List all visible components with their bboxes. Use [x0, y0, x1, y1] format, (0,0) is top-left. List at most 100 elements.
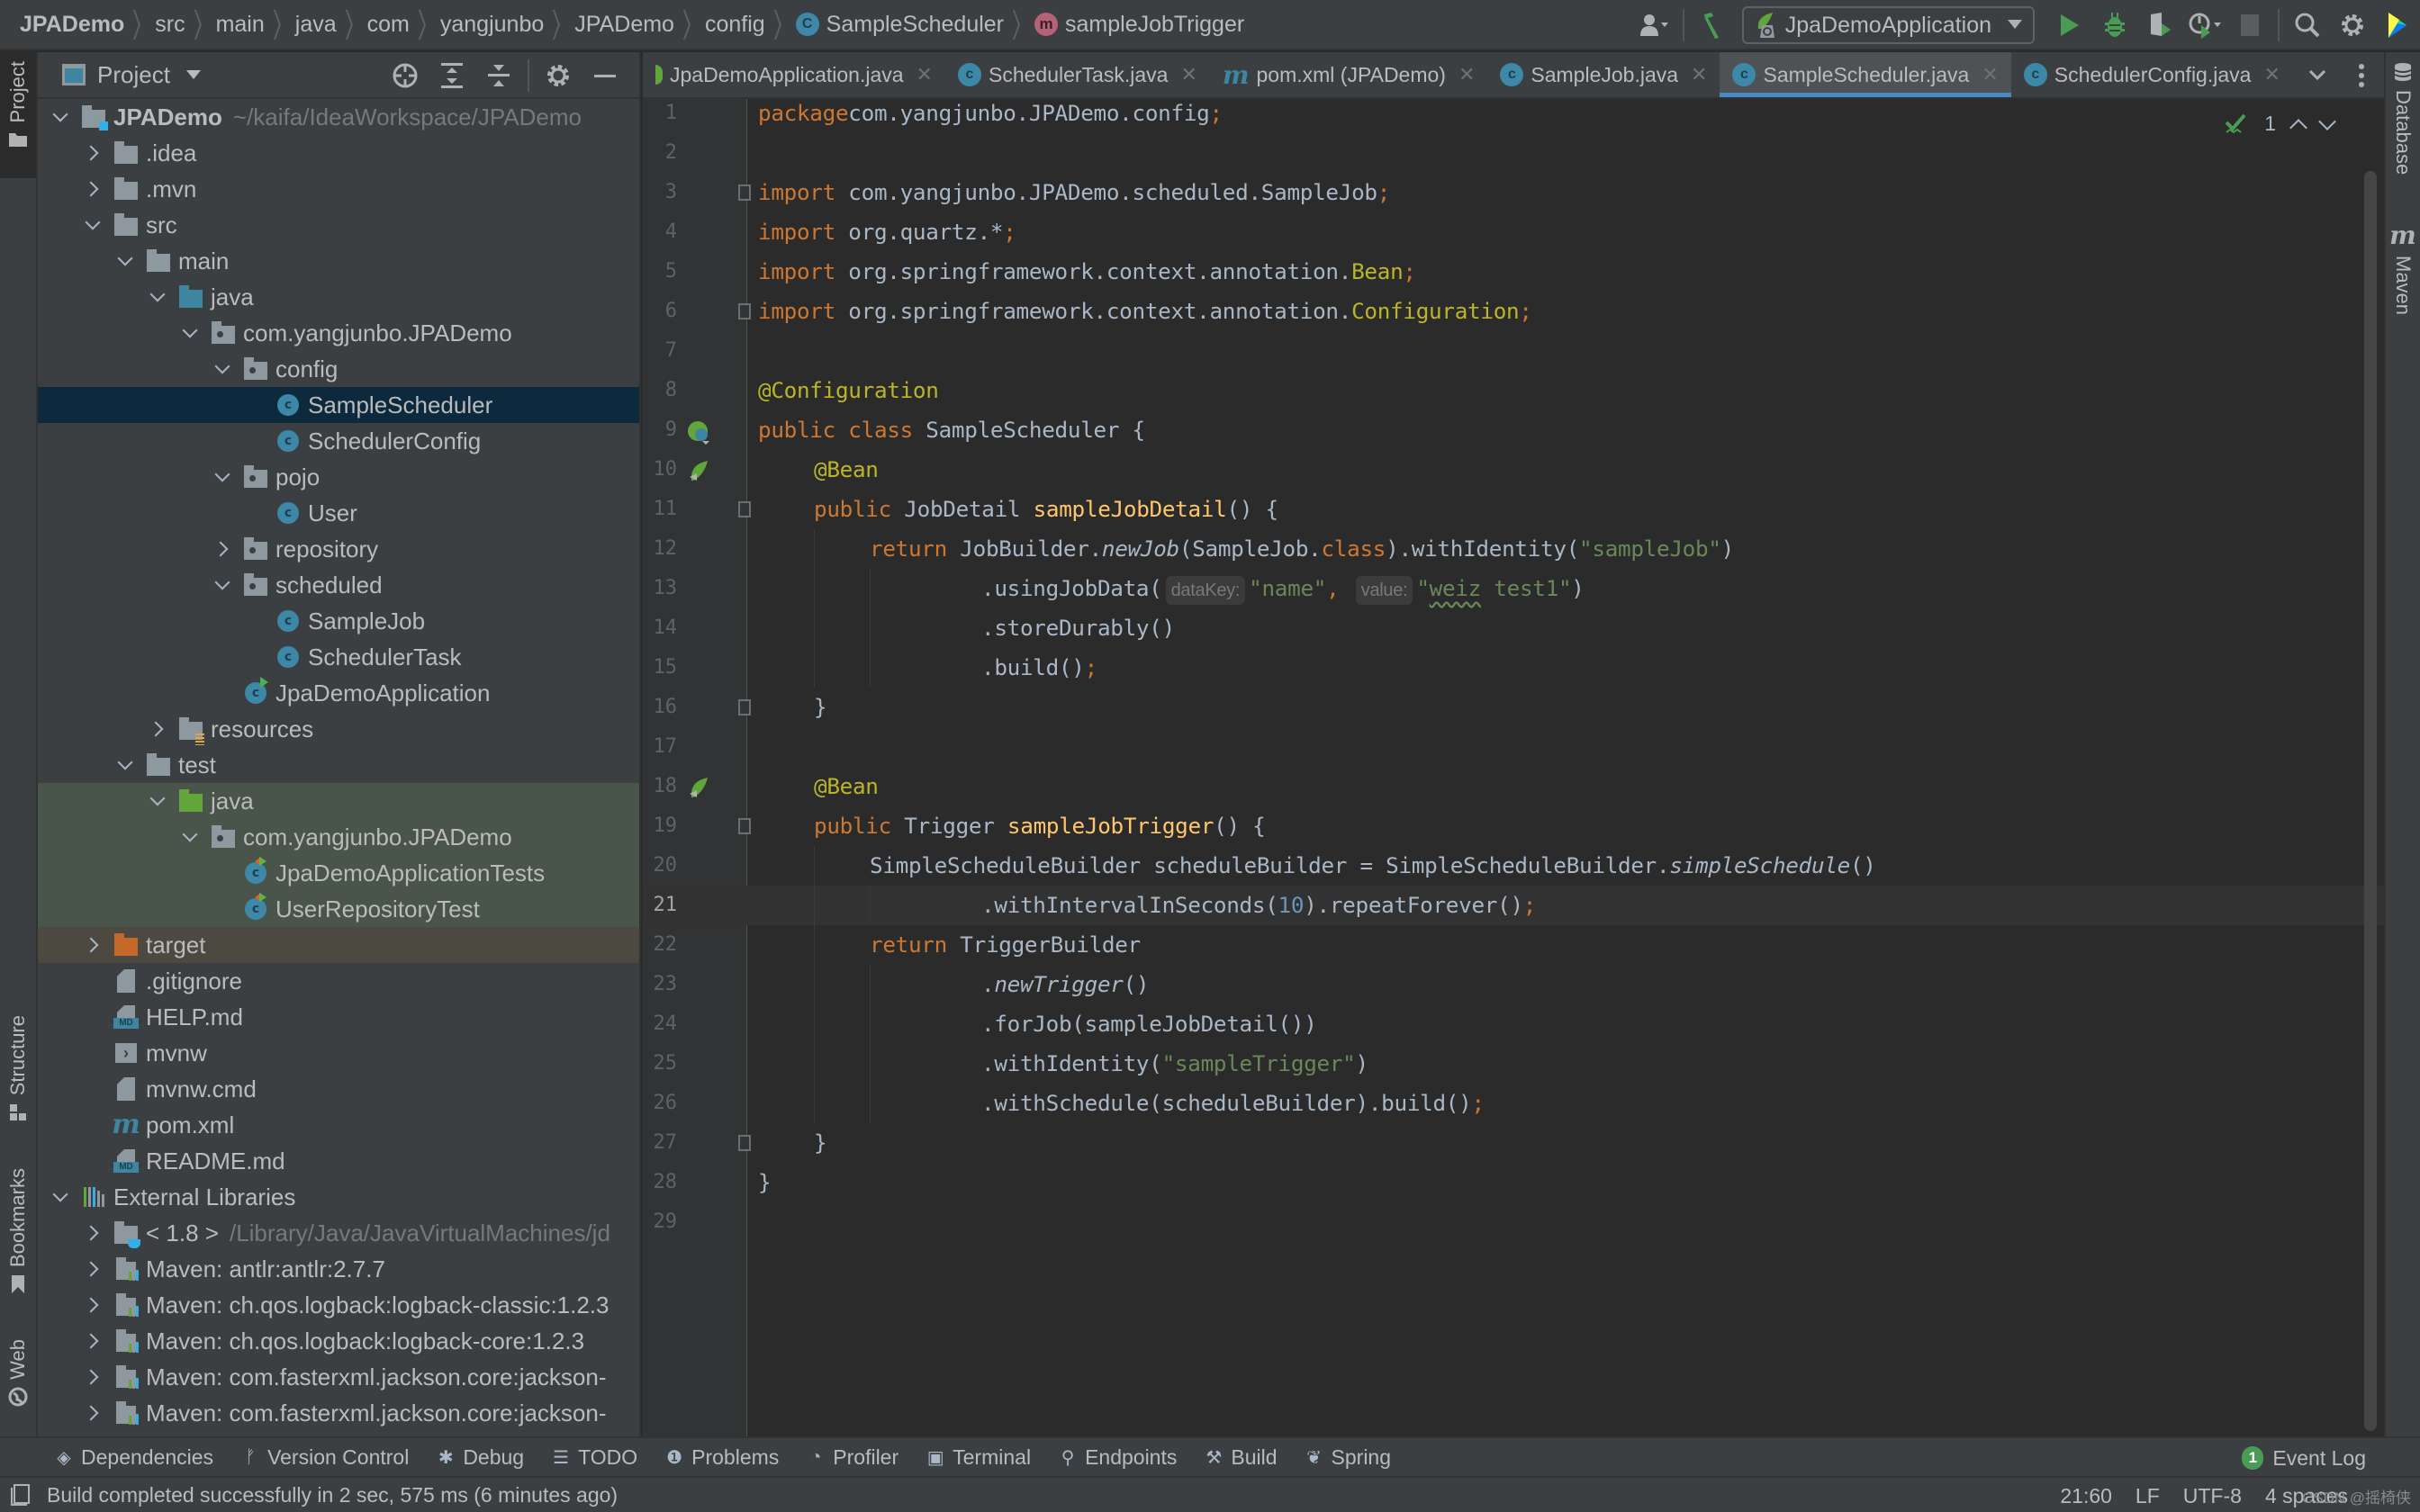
- tool-window-button[interactable]: ◔ Profiler: [806, 1445, 898, 1470]
- tree-node[interactable]: .gitignore: [38, 963, 639, 999]
- collapse-all-icon[interactable]: [481, 58, 517, 94]
- breadcrumb-item[interactable]: yangjunbo: [440, 12, 544, 38]
- toggle-tool-windows-icon[interactable]: [11, 1484, 31, 1506]
- tool-window-button[interactable]: ⚲ Endpoints: [1058, 1445, 1178, 1470]
- tree-node[interactable]: › mvnw: [38, 1035, 639, 1071]
- spring-bean-class-icon[interactable]: [686, 419, 709, 445]
- breadcrumb-item[interactable]: java: [295, 12, 337, 38]
- tree-node[interactable]: java: [38, 783, 639, 819]
- tree-node[interactable]: c JpaDemoApplicationTests: [38, 855, 639, 891]
- editor-vertical-scrollbar[interactable]: [2364, 171, 2377, 1431]
- fold-marker-icon[interactable]: [738, 303, 751, 320]
- user-account-icon[interactable]: [1637, 7, 1673, 43]
- tool-window-tab-project[interactable]: Project: [0, 52, 36, 178]
- hide-panel-minimize-icon[interactable]: [587, 58, 623, 94]
- view-selector-chevron-down-icon[interactable]: [185, 70, 201, 79]
- status-message[interactable]: Build completed successfully in 2 sec, 5…: [47, 1483, 618, 1508]
- breadcrumb-class-item[interactable]: C SampleScheduler: [795, 12, 1004, 38]
- tree-node[interactable]: c SchedulerTask: [38, 639, 639, 675]
- tree-node[interactable]: target: [38, 927, 639, 963]
- select-opened-file-crosshair-icon[interactable]: [387, 58, 423, 94]
- tree-node[interactable]: pojo: [38, 459, 639, 495]
- breadcrumb-item[interactable]: JPADemo: [20, 12, 124, 38]
- editor-tab[interactable]: c SchedulerConfig.java ✕: [2011, 52, 2293, 97]
- code-line[interactable]: 17: [643, 727, 2384, 767]
- code-line[interactable]: 4 import org.quartz.*;: [643, 212, 2384, 252]
- tree-node[interactable]: main: [38, 243, 639, 279]
- tool-window-tab-database[interactable]: Database: [2386, 61, 2420, 175]
- tree-node[interactable]: MD README.md: [38, 1143, 639, 1179]
- tree-node[interactable]: JPADemo ~/kaifa/IdeaWorkspace/JPADemo: [38, 99, 639, 135]
- tree-node[interactable]: Maven: ch.qos.logback:logback-core:1.2.3: [38, 1323, 639, 1359]
- chevron-right-icon[interactable]: [83, 143, 103, 163]
- close-tab-icon[interactable]: ✕: [1458, 63, 1475, 86]
- close-tab-icon[interactable]: ✕: [1180, 63, 1196, 86]
- tool-window-tab-web[interactable]: Web: [0, 1339, 36, 1438]
- editor-tab[interactable]: JpaDemoApplication.java ✕: [643, 52, 945, 97]
- tree-node[interactable]: c JpaDemoApplication: [38, 675, 639, 711]
- fold-marker-icon[interactable]: [738, 1135, 751, 1151]
- chevron-down-icon[interactable]: [83, 215, 103, 235]
- chevron-right-icon[interactable]: [83, 179, 103, 199]
- tool-window-button[interactable]: ◈ Dependencies: [54, 1445, 213, 1470]
- search-icon[interactable]: [2289, 7, 2325, 43]
- show-hidden-tabs-chevron-down-icon[interactable]: [2301, 52, 2334, 99]
- chevron-down-icon[interactable]: [180, 827, 200, 847]
- tool-window-button[interactable]: ✱ Debug: [436, 1445, 524, 1470]
- code-line[interactable]: 15 .build();: [643, 648, 2384, 688]
- chevron-down-icon[interactable]: [212, 359, 232, 379]
- chevron-down-icon[interactable]: [50, 107, 70, 127]
- spring-bean-method-icon[interactable]: [686, 459, 708, 481]
- stop-icon[interactable]: [2232, 7, 2268, 43]
- code-line[interactable]: 19 public Trigger sampleJobTrigger() {: [643, 806, 2384, 846]
- tool-window-button[interactable]: ☰ TODO: [551, 1445, 637, 1470]
- debug-icon[interactable]: [2097, 7, 2133, 43]
- build-hammer-icon[interactable]: [1694, 7, 1730, 43]
- tool-window-tab-maven[interactable]: m Maven: [2386, 223, 2420, 316]
- chevron-right-icon[interactable]: [83, 1223, 103, 1243]
- tree-node[interactable]: test: [38, 747, 639, 783]
- code-line[interactable]: 25 .withIdentity("sampleTrigger"): [643, 1044, 2384, 1084]
- tree-node[interactable]: < 1.8 > /Library/Java/JavaVirtualMachines…: [38, 1215, 639, 1251]
- chevron-right-icon[interactable]: [83, 1331, 103, 1351]
- caret-position[interactable]: 21:60: [2060, 1484, 2112, 1508]
- code-line[interactable]: 12 return JobBuilder.newJob(SampleJob.cla…: [643, 529, 2384, 569]
- editor-tab[interactable]: c SampleScheduler.java ✕: [1720, 52, 2012, 97]
- tool-window-button[interactable]: ❦ Spring: [1305, 1445, 1391, 1470]
- settings-gear-icon[interactable]: [540, 58, 576, 94]
- more-options-vertical-dots-icon[interactable]: [2348, 52, 2375, 99]
- tree-node[interactable]: src: [38, 207, 639, 243]
- code-line[interactable]: 13 .usingJobData(dataKey: "name", value: "w…: [643, 569, 2384, 608]
- expand-all-icon[interactable]: [434, 58, 470, 94]
- chevron-down-icon[interactable]: [180, 323, 200, 343]
- chevron-down-icon[interactable]: [115, 755, 135, 775]
- chevron-right-icon[interactable]: [83, 1367, 103, 1387]
- fold-marker-icon[interactable]: [738, 699, 751, 716]
- code-line[interactable]: 21 .withIntervalInSeconds(10).repeatForev…: [643, 886, 2384, 925]
- tree-node[interactable]: scheduled: [38, 567, 639, 603]
- chevron-down-icon[interactable]: [148, 287, 167, 307]
- chevron-right-icon[interactable]: [83, 1259, 103, 1279]
- breadcrumb-item[interactable]: config: [705, 12, 765, 38]
- chevron-right-icon[interactable]: [83, 935, 103, 955]
- code-line[interactable]: 18 @Bean: [643, 767, 2384, 806]
- tool-window-button[interactable]: ❶ Problems: [664, 1445, 779, 1470]
- chevron-down-icon[interactable]: [115, 251, 135, 271]
- code-line[interactable]: 28}: [643, 1163, 2384, 1202]
- tree-node[interactable]: com.yangjunbo.JPADemo: [38, 315, 639, 351]
- tree-node[interactable]: External Libraries: [38, 1179, 639, 1215]
- chevron-down-icon[interactable]: [50, 1187, 70, 1207]
- tree-node[interactable]: com.yangjunbo.JPADemo: [38, 819, 639, 855]
- next-highlight-chevron-down-icon[interactable]: [2318, 112, 2336, 130]
- line-separator[interactable]: LF: [2136, 1484, 2160, 1508]
- chevron-down-icon[interactable]: [212, 575, 232, 595]
- run-configuration-select[interactable]: JpaDemoApplication: [1741, 6, 2035, 44]
- code-line[interactable]: 2: [643, 133, 2384, 173]
- run-with-coverage-icon[interactable]: [2142, 7, 2178, 43]
- inspection-widget[interactable]: 1: [2225, 112, 2336, 137]
- tree-node[interactable]: c SampleScheduler: [38, 387, 639, 423]
- code-line[interactable]: 22 return TriggerBuilder: [643, 925, 2384, 965]
- code-line[interactable]: 29: [643, 1202, 2384, 1242]
- tool-window-button[interactable]: ▣ Terminal: [926, 1445, 1031, 1470]
- previous-highlight-chevron-up-icon[interactable]: [2289, 118, 2307, 137]
